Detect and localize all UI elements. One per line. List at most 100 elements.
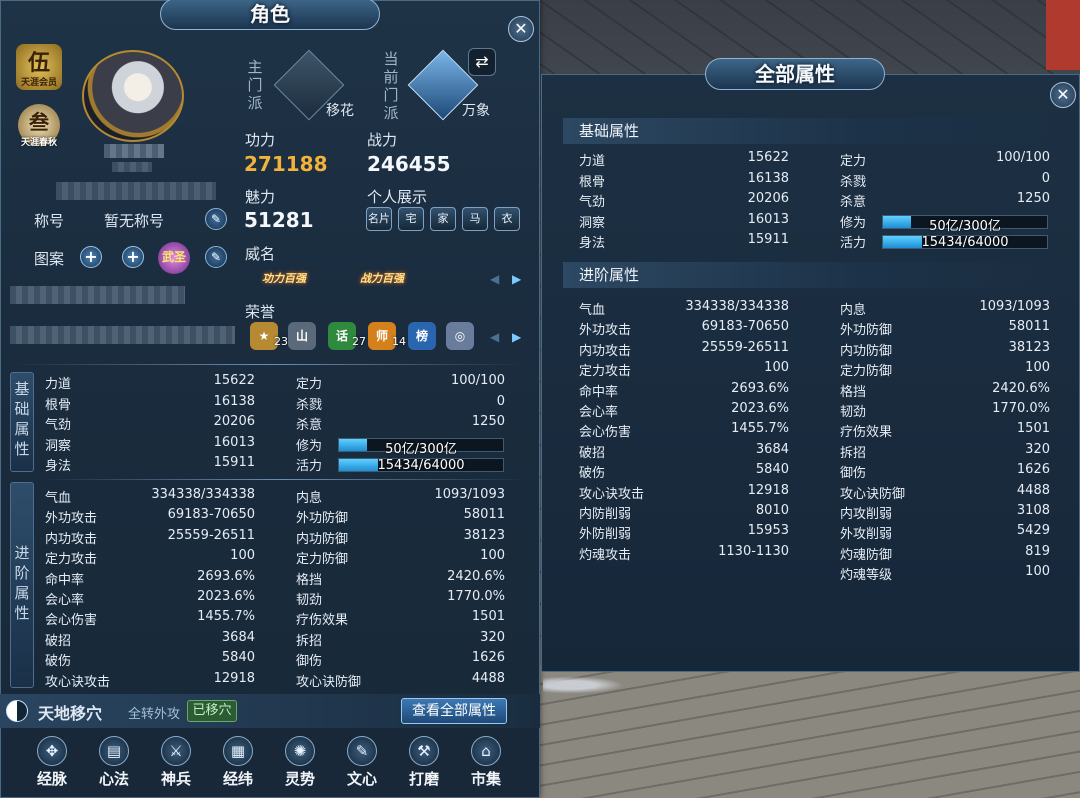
display-outfit-icon[interactable]: 衣 [494,207,520,231]
character-panel-close-button[interactable]: ✕ [508,16,534,42]
nav-meridian-button[interactable]: ✥ 经脉 [26,736,78,794]
basic-attributes-tab[interactable]: 基 础 属 性 [10,372,34,472]
tab-char: 属 [14,420,30,438]
stat-value-text: 0 [1041,170,1050,186]
stat-value-text: 12918 [213,670,255,686]
display-home-icon[interactable]: 家 [430,207,456,231]
weiming-label: 威名 [245,245,276,263]
honor-ranking-icon[interactable]: 榜 [408,322,436,350]
nav-mind-art-button[interactable]: ▤ 心法 [88,736,140,794]
display-house-icon[interactable]: 宅 [398,207,424,231]
stat-value-text: 1455.7% [731,421,789,437]
stat-value-text: 2023.6% [731,401,789,416]
honor-star-icon[interactable]: ★ 23 [250,322,288,350]
character-avatar[interactable] [82,50,184,142]
stat-value: 3684 [45,630,255,650]
weiming-next-arrow-icon[interactable]: ▶ [512,272,521,286]
honor-mountain-icon[interactable]: 山 [288,322,316,350]
main-sect-label-char: 门 [247,76,263,94]
stat-value: 2420.6% [840,381,1050,401]
player-name-redacted [104,144,164,158]
stat-value-text: 320 [1025,441,1050,457]
display-card-icon[interactable]: 名片 [366,207,392,231]
honor-glyph: ★ [258,329,270,343]
weiming-badge-gongli[interactable]: 功力百强 [262,264,306,294]
weapon-icon: ⚔ [161,736,191,766]
stat-value-text: 38123 [463,527,505,543]
stat-value: 100/100 [296,373,505,393]
nav-weapon-button[interactable]: ⚔ 神兵 [150,736,202,794]
progress-bar: 50亿/300亿 [338,437,504,457]
stat-value-text: 16138 [747,170,789,186]
stat-value: 2023.6% [579,401,789,421]
tab-char: 属 [14,584,30,602]
stat-value-text: 1770.0% [992,401,1050,416]
honor-prev-arrow-icon[interactable]: ◀ [490,330,499,344]
season-badge-icon[interactable]: 叁 天涯春秋 [18,104,60,148]
add-pattern-icon-2[interactable]: + [122,246,144,268]
personal-display-label: 个人展示 [367,188,428,206]
stat-value: 15911 [579,232,789,252]
acupoint-skill-name: 天地移穴 [38,704,103,723]
stat-value: 100 [840,564,1050,584]
advanced-attributes-tab[interactable]: 进 阶 属 性 [10,482,34,688]
switch-sect-icon[interactable]: ⇄ [468,48,496,76]
stat-value: 16013 [45,435,255,455]
gongli-label: 功力 [245,131,276,149]
stat-value: 1093/1093 [296,487,505,507]
stat-value-text: 20206 [747,191,789,206]
stat-value-text: 334338/334338 [685,299,789,314]
current-sect-label-char: 前 [383,68,399,86]
stat-value: 100/100 [840,150,1050,170]
edit-title-icon[interactable]: ✎ [205,208,227,230]
display-mount-icon[interactable]: 马 [462,207,488,231]
nav-lingshi-button[interactable]: ✺ 灵势 [274,736,326,794]
tab-char: 进 [14,544,30,562]
grid-icon: ▦ [223,736,253,766]
season-badge-glyph: 叁 [29,110,49,134]
stat-value-text: 1501 [1016,421,1050,437]
weiming-badge-zhanli[interactable]: 战力百强 [360,264,404,294]
edit-pattern-icon[interactable]: ✎ [205,246,227,268]
view-all-attributes-button[interactable]: 查看全部属性 [401,698,507,724]
stat-value: 3684 [579,442,789,462]
advanced-attributes-header: 进阶属性 [563,262,1063,288]
honor-orb-icon[interactable]: ◎ [446,322,474,350]
nav-jingwei-button[interactable]: ▦ 经纬 [212,736,264,794]
stat-value-text: 1770.0% [447,589,505,604]
stat-value-text: 100 [764,360,789,376]
weiming-prev-arrow-icon[interactable]: ◀ [490,272,499,286]
nav-polish-button[interactable]: ⚒ 打磨 [398,736,450,794]
stat-value: 320 [840,442,1050,462]
add-pattern-icon[interactable]: + [80,246,102,268]
stat-label-text: 修为 [840,215,867,231]
stat-value-text: 16013 [747,211,789,227]
nav-label: 神兵 [160,770,191,788]
pattern-label: 图案 [34,250,65,268]
honor-master-icon[interactable]: 师 14 [368,322,406,350]
honor-talk-icon[interactable]: 话 27 [328,322,366,350]
stat-value-text: 1093/1093 [979,299,1050,314]
stat-value-text: 100 [1025,564,1050,580]
stat-value: 100 [45,548,255,568]
nav-market-button[interactable]: ⌂ 市集 [460,736,512,794]
stat-value: 20206 [579,191,789,211]
nav-wenxin-button[interactable]: ✎ 文心 [336,736,388,794]
stat-value-text: 3108 [1016,503,1050,518]
nav-label: 文心 [346,770,377,788]
wusheng-pattern-icon[interactable]: 武圣 [158,242,190,274]
stat-value-text: 1250 [1016,191,1050,206]
stat-value: 819 [840,544,1050,564]
membership-badge-icon[interactable]: 伍 天涯会员 [16,44,62,90]
main-sect-label-char: 派 [247,94,263,112]
all-attributes-close-button[interactable]: ✕ [1050,82,1076,108]
nav-label: 灵势 [284,770,315,788]
stat-value: 69183-70650 [45,507,255,527]
honor-next-arrow-icon[interactable]: ▶ [512,330,521,344]
stat-value: 1093/1093 [840,299,1050,319]
moved-acupoint-button[interactable]: 已移穴 [187,700,237,722]
stat-value-text: 16138 [213,393,255,409]
stat-value: 12918 [579,483,789,503]
brush-icon: ✎ [347,736,377,766]
tab-char: 阶 [14,564,30,582]
